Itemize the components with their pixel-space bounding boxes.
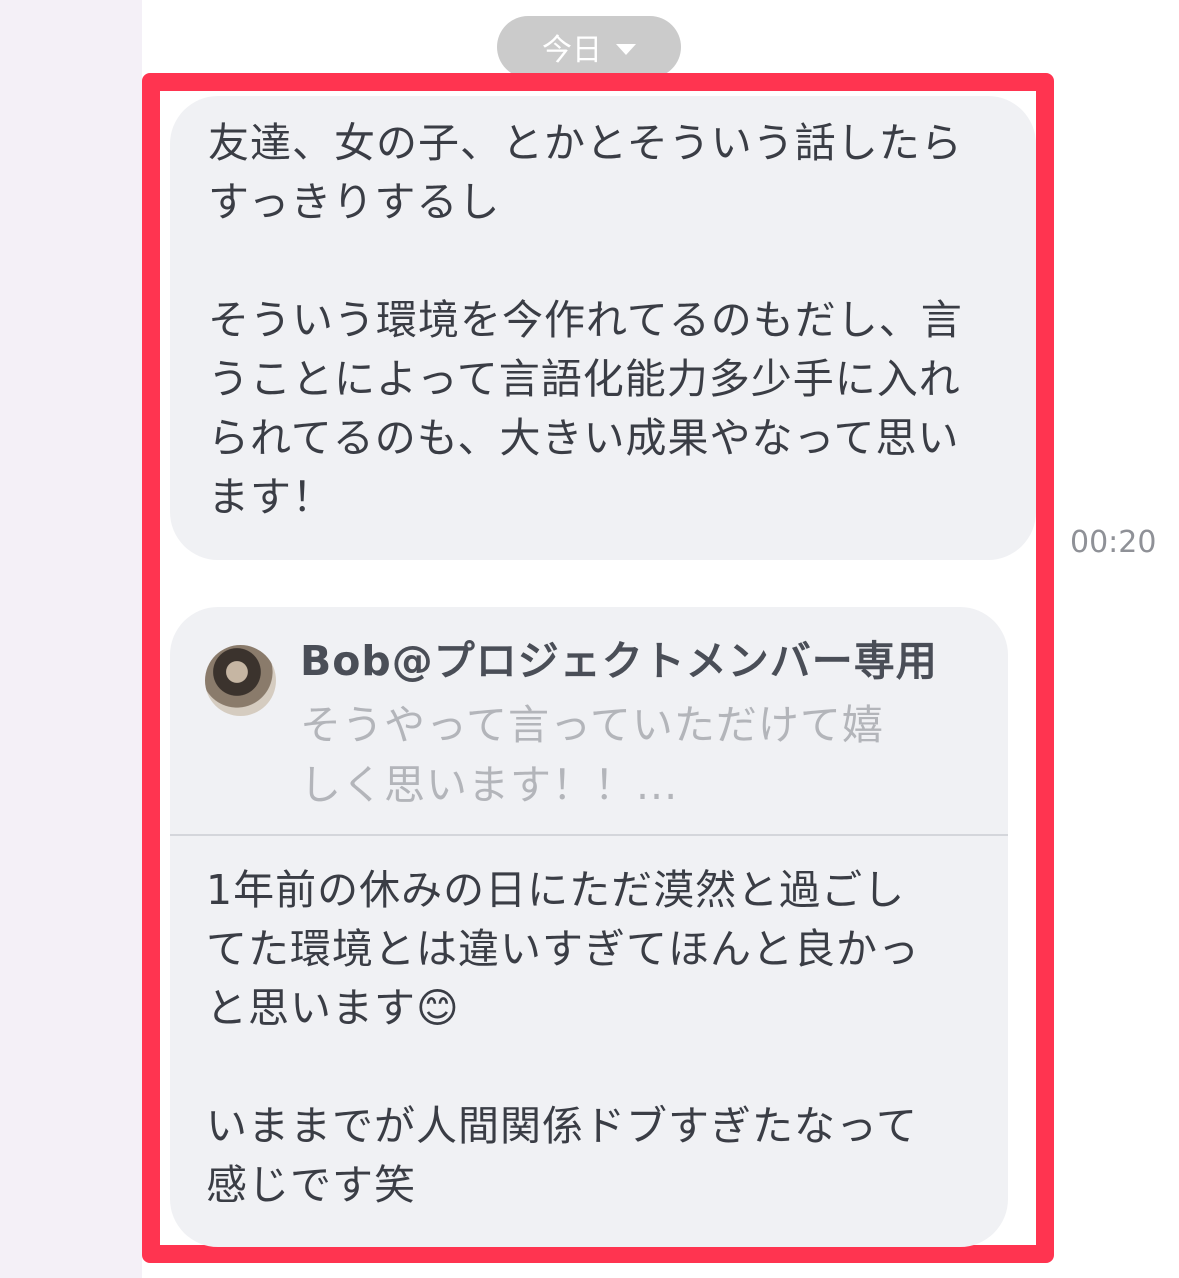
avatar — [205, 645, 276, 716]
reply-quote-preview[interactable]: そうやって言っていただけて嬉 しく思います！！... — [300, 695, 970, 815]
message-text-part: 1年前の休みの日にただ漠然と過ごし てた環境とは違いすぎてほんと良かっ と思いま… — [206, 866, 920, 1032]
message-timestamp: 00:20 — [1070, 525, 1157, 560]
date-filter-chip[interactable]: 今日 — [497, 16, 681, 78]
reply-message-bubble[interactable]: Bob@プロジェクトメンバー専用 そうやって言っていただけて嬉 しく思います！！… — [170, 607, 1008, 1247]
message-text: 友達、女の子、とかとそういう話したら すっきりするし そういう環境を今作れてるの… — [208, 119, 963, 521]
reply-sender-name: Bob@プロジェクトメンバー専用 — [300, 637, 938, 685]
chevron-down-icon — [616, 43, 636, 55]
message-bubble[interactable]: 友達、女の子、とかとそういう話したら すっきりするし そういう環境を今作れてるの… — [170, 96, 1036, 560]
smile-emoji-icon: 😊 — [416, 984, 460, 1032]
reply-divider — [170, 834, 1008, 836]
message-text-part: いままでが人間関係ドブすぎたなって 感じです笑 — [206, 1102, 918, 1209]
message-text: 1年前の休みの日にただ漠然と過ごし てた環境とは違いすぎてほんと良かっ と思いま… — [206, 861, 996, 1215]
side-panel — [0, 0, 142, 1278]
date-chip-label: 今日 — [542, 33, 602, 68]
